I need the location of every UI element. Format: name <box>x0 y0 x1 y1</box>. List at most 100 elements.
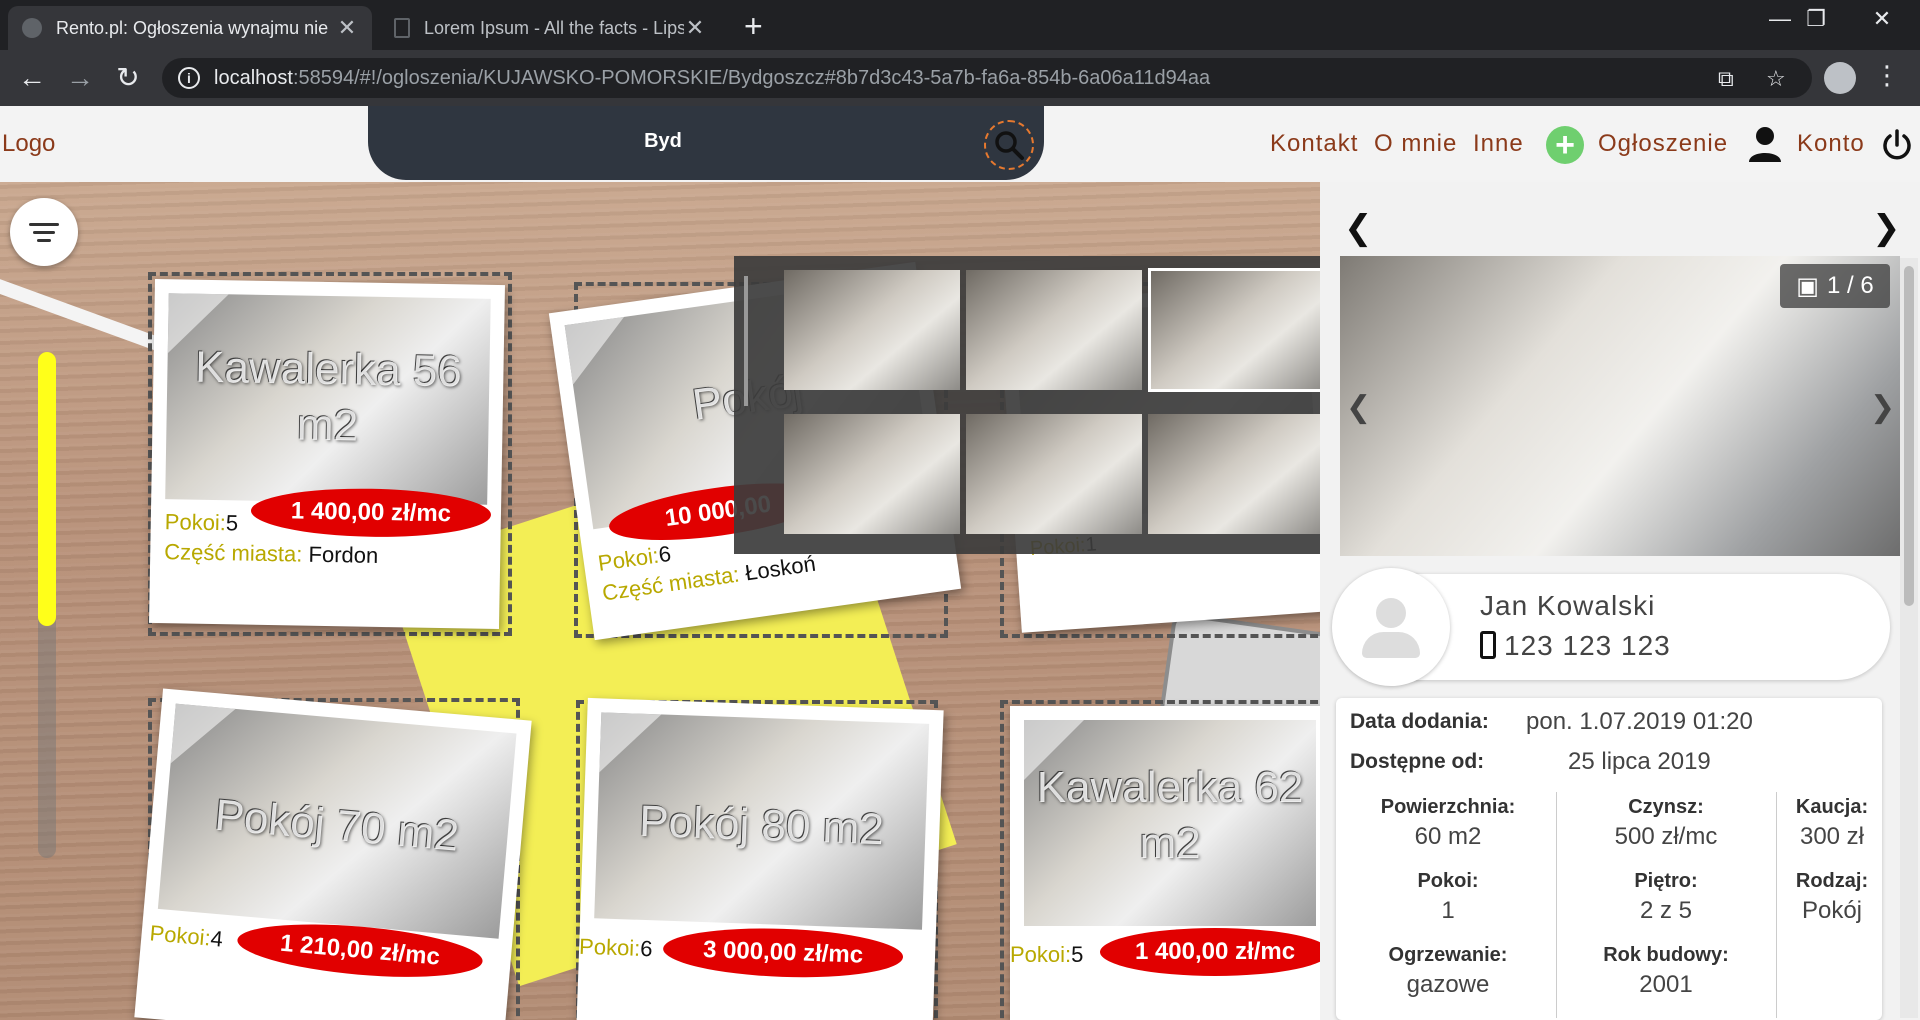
filter-menu-button[interactable] <box>10 198 78 266</box>
list-scrollbar-thumb[interactable] <box>38 352 56 626</box>
rooms-field: Pokoi: 1 <box>1350 870 1546 925</box>
power-icon[interactable] <box>1880 128 1914 162</box>
new-tab-button[interactable]: + <box>744 8 763 45</box>
tab-rento[interactable]: Rento.pl: Ogłoszenia wynajmu nie ✕ <box>8 6 372 50</box>
tab-close-icon[interactable]: ✕ <box>336 15 358 41</box>
menu-add-listing[interactable]: Ogłoszenie <box>1598 130 1728 158</box>
district-value: Fordon <box>308 541 379 568</box>
translate-icon[interactable]: ⧉ <box>1718 66 1734 92</box>
gallery-thumbnail[interactable] <box>784 270 960 390</box>
add-listing-icon[interactable]: + <box>1546 126 1584 164</box>
year-field: Rok budowy: 2001 <box>1566 944 1766 999</box>
gallery-thumbnail[interactable] <box>784 414 960 534</box>
tab-title: Rento.pl: Ogłoszenia wynajmu nie <box>56 17 329 38</box>
listing-rooms: Pokoi:5 <box>1010 942 1083 968</box>
listing-rooms: Pokoi:6 <box>579 934 653 963</box>
avatar-head <box>1376 598 1406 628</box>
year-value: 2001 <box>1639 971 1693 998</box>
listing-card[interactable]: Pokój 70 m2 1 210,00 zł/mc Pokoi:4 <box>134 688 532 1020</box>
search-button[interactable] <box>984 120 1034 170</box>
photo-counter: ▣ 1 / 6 <box>1780 264 1890 308</box>
logo[interactable]: Logo <box>2 130 55 158</box>
rooms-label: Pokoi: <box>164 509 227 536</box>
tab-title: Lorem Ipsum - All the facts - Lips <box>424 17 684 38</box>
listing-detail-panel: ❮ ❯ ▣ 1 / 6 ❮ ❯ Jan Kowalski 123 123 123… <box>1320 182 1920 1020</box>
tab-lorem-ipsum[interactable]: Lorem Ipsum - All the facts - Lips ✕ <box>380 6 720 50</box>
column-divider <box>1556 792 1557 1018</box>
minimize-button[interactable]: — <box>1760 6 1800 32</box>
menu-other[interactable]: Inne <box>1473 130 1524 158</box>
rooms-value: 6 <box>656 540 673 568</box>
prev-listing-icon[interactable]: ❮ <box>1344 208 1373 248</box>
app: Logo Byd Kontakt O mnie Inne + Ogłoszeni… <box>0 106 1920 1020</box>
document-icon <box>394 18 410 38</box>
forward-button[interactable]: → <box>64 62 96 94</box>
app-header: Logo Byd Kontakt O mnie Inne + Ogłoszeni… <box>0 106 1920 182</box>
gallery-thumbnail[interactable] <box>966 270 1142 390</box>
filter-line-icon <box>29 222 59 226</box>
listing-card[interactable]: Pokój 80 m2 3 000,00 zł/mc Pokoi:6 <box>576 697 944 1020</box>
photo-counter-text: 1 / 6 <box>1826 272 1874 299</box>
user-icon[interactable] <box>1748 126 1782 162</box>
listing-price: 3 000,00 zł/mc <box>662 924 904 982</box>
avatar-body <box>1362 632 1420 658</box>
owner-avatar <box>1332 568 1450 686</box>
url-path: :58594/#!/ogloszenia/KUJAWSKO-POMORSKIE/… <box>292 66 1211 89</box>
listing-price: 1 400,00 zł/mc <box>1100 928 1330 976</box>
listing-district: Część miasta: Fordon <box>164 539 378 569</box>
photo-prev-icon[interactable]: ❮ <box>1346 390 1371 425</box>
floor-label: Piętro: <box>1634 870 1698 892</box>
reload-button[interactable]: ↻ <box>112 62 144 94</box>
bookmark-star-icon[interactable]: ☆ <box>1766 66 1786 92</box>
listing-card[interactable]: Kawalerka 62 m2 1 400,00 zł/mc Pokoi:5 <box>1010 706 1330 1020</box>
listing-photo: Kawalerka 62 m2 <box>1024 720 1316 926</box>
next-listing-icon[interactable]: ❯ <box>1872 208 1901 248</box>
close-window-button[interactable]: ✕ <box>1862 6 1902 32</box>
type-value: Pokój <box>1801 897 1863 924</box>
phone-icon <box>1480 631 1496 659</box>
profile-avatar-icon[interactable] <box>1824 62 1856 94</box>
area-label: Powierzchnia: <box>1380 796 1516 818</box>
listing-photo: Pokój 70 m2 <box>157 703 517 939</box>
image-icon <box>599 712 662 775</box>
globe-icon <box>22 18 42 38</box>
phone-number: 123 123 123 <box>1504 630 1671 661</box>
rooms-value: 5 <box>225 510 239 536</box>
rooms-value: 1 <box>1441 897 1455 924</box>
deposit-field: Kaucja: 300 zł <box>1782 796 1882 851</box>
gallery-divider <box>744 276 748 406</box>
menu-contact[interactable]: Kontakt <box>1270 130 1358 158</box>
tab-close-icon[interactable]: ✕ <box>684 15 706 41</box>
detail-scrollbar[interactable] <box>1900 258 1918 1018</box>
gallery-thumbnail[interactable] <box>1148 414 1324 534</box>
address-bar[interactable]: i localhost:58594/#!/ogloszenia/KUJAWSKO… <box>162 58 1812 98</box>
back-button[interactable]: ← <box>16 62 48 94</box>
photo-next-icon[interactable]: ❯ <box>1870 390 1895 425</box>
maximize-button[interactable]: ❐ <box>1796 6 1836 32</box>
date-added-label: Data dodania: <box>1350 710 1489 733</box>
gallery-thumbnail-selected[interactable] <box>1148 268 1328 392</box>
listing-title: Pokój 70 m2 <box>212 790 461 861</box>
rent-label: Czynsz: <box>1628 796 1704 818</box>
main-photo[interactable]: ▣ 1 / 6 ❮ ❯ <box>1340 256 1900 556</box>
url-host: localhost <box>214 66 293 89</box>
image-icon: ▣ <box>1796 272 1819 300</box>
listing-rooms: Pokoi:5 <box>165 509 239 536</box>
listing-title: Kawalerka 56 m2 <box>194 342 463 451</box>
rooms-value: 5 <box>1071 942 1084 967</box>
browser-menu-icon[interactable]: ⋮ <box>1874 60 1900 91</box>
search-bar[interactable]: Byd <box>368 106 1044 180</box>
search-icon <box>995 131 1024 160</box>
listing-card[interactable]: Kawalerka 56 m2 1 400,00 zł/mc Pokoi:5 C… <box>149 278 505 630</box>
menu-account[interactable]: Konto <box>1797 130 1865 158</box>
search-input[interactable]: Byd <box>368 130 958 153</box>
column-divider <box>1776 792 1777 1018</box>
detail-scrollbar-thumb[interactable] <box>1904 266 1914 606</box>
available-label: Dostępne od: <box>1350 750 1485 773</box>
owner-phone[interactable]: 123 123 123 <box>1480 630 1671 662</box>
gallery-thumbnail[interactable] <box>966 414 1142 534</box>
menu-about[interactable]: O mnie <box>1374 130 1457 158</box>
site-info-icon[interactable]: i <box>178 67 200 89</box>
listing-photo: Kawalerka 56 m2 <box>165 293 491 505</box>
rent-field: Czynsz: 500 zł/mc <box>1566 796 1766 851</box>
